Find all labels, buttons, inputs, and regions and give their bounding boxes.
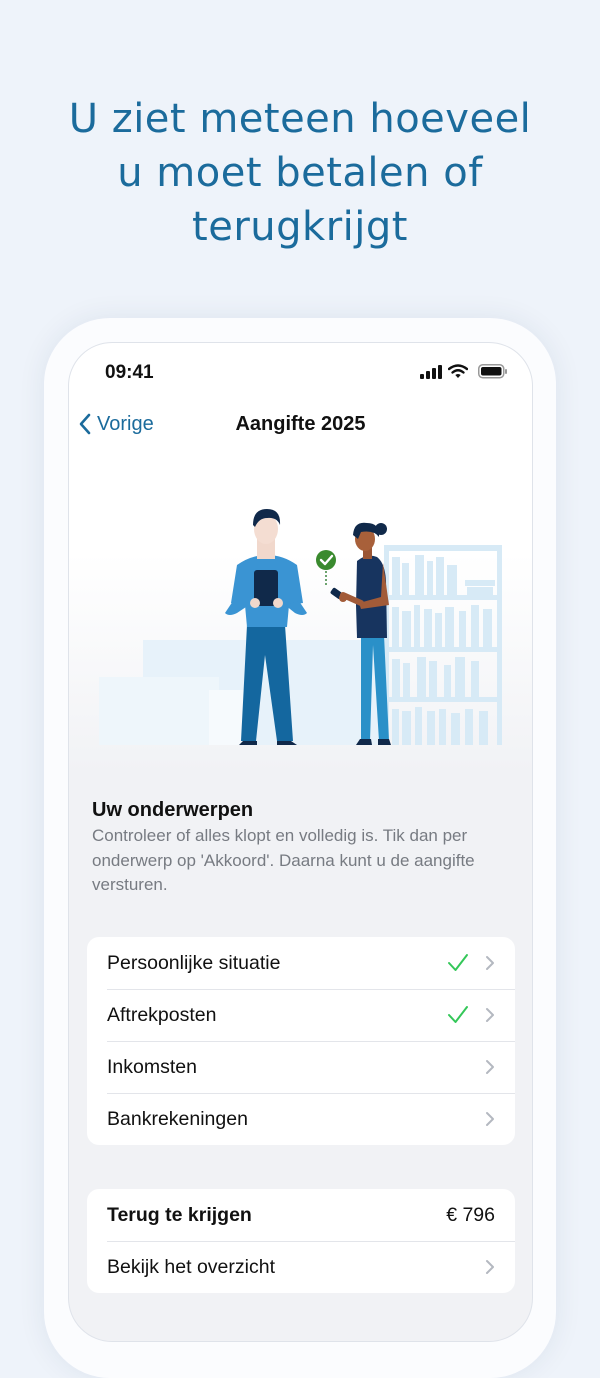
battery-icon [478,364,507,379]
checkmark-icon [448,954,468,971]
chevron-right-icon [486,1260,494,1274]
status-time: 09:41 [105,362,154,383]
refund-label: Terug te krijgen [107,1203,252,1226]
status-icons [420,363,510,381]
status-bar: 09:41 [69,343,532,403]
topic-row-persoonlijke-situatie[interactable]: Persoonlijke situatie [87,937,515,989]
overview-row[interactable]: Bekijk het overzicht [87,1241,515,1293]
topic-row-inkomsten[interactable]: Inkomsten [87,1041,515,1093]
topic-label: Persoonlijke situatie [107,951,281,974]
chevron-right-icon [486,1008,494,1022]
topic-label: Inkomsten [107,1055,197,1078]
cellular-signal-icon [420,365,442,379]
chevron-right-icon [486,1112,494,1126]
wifi-icon [448,364,468,378]
topic-row-bankrekeningen[interactable]: Bankrekeningen [87,1093,515,1145]
screen-title: Aangifte 2025 [235,413,366,435]
bookshelf [384,545,502,745]
navigation-bar: Vorige Aangifte 2025 [69,405,532,445]
topics-list: Persoonlijke situatie Aftrekposten Inkom… [87,937,515,1145]
headline: U ziet meteen hoeveel u moet betalen of … [0,92,600,254]
topic-row-aftrekposten[interactable]: Aftrekposten [87,989,515,1041]
topic-label: Aftrekposten [107,1003,217,1026]
topic-label: Bankrekeningen [107,1107,248,1130]
headline-line-3: terugkrijgt [192,204,408,250]
section-description: Controleer of alles klopt en volledig is… [92,826,475,894]
overview-label: Bekijk het overzicht [107,1255,275,1278]
refund-row: Terug te krijgen € 796 [87,1189,515,1241]
headline-line-1: U ziet meteen hoeveel [68,96,532,142]
refund-amount: € 796 [446,1204,495,1226]
chevron-right-icon [486,956,494,970]
summary-card: Terug te krijgen € 796 Bekijk het overzi… [87,1189,515,1293]
checkmark-icon [448,1006,468,1023]
headline-line-2: u moet betalen of [117,150,483,196]
phone-screen: 09:41 Vorige Aangifte 2025 Uw onderwerpe… [68,342,533,1342]
illustration-people-checking [99,509,502,745]
chevron-right-icon [486,1060,494,1074]
section-title: Uw onderwerpen [92,799,254,821]
